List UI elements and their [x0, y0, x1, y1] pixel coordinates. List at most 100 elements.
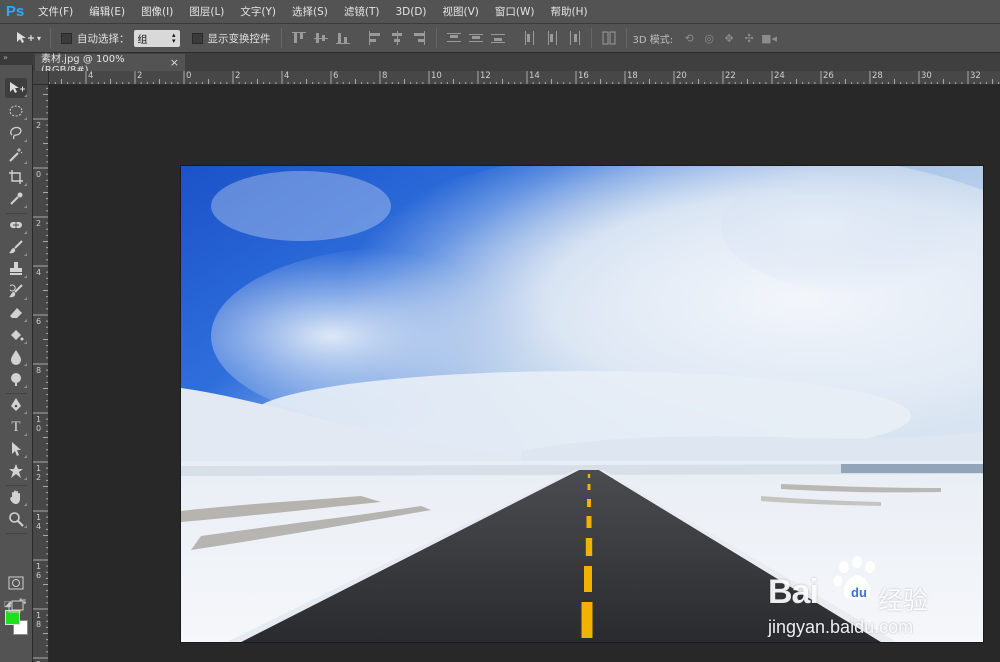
ruler-label: 18 — [36, 611, 42, 629]
ruler-label: 4 — [88, 71, 94, 81]
3d-pan-icon[interactable]: ✥ — [721, 31, 737, 45]
3d-rotate-icon[interactable]: ⟲ — [681, 31, 697, 45]
dodge-tool-icon[interactable] — [5, 369, 27, 389]
menu-edit[interactable]: 编辑(E) — [81, 0, 133, 24]
marquee-tool-icon[interactable] — [5, 101, 27, 121]
auto-select-checkbox[interactable] — [61, 32, 72, 44]
watermark-url: jingyan.baidu.com — [768, 617, 914, 637]
options-separator — [590, 28, 592, 48]
shape-tool-icon[interactable] — [5, 461, 27, 481]
zoom-tool-icon[interactable] — [5, 509, 27, 529]
move-tool-icon[interactable] — [5, 78, 27, 98]
blur-tool-icon[interactable] — [5, 347, 27, 367]
menu-select[interactable]: 选择(S) — [284, 0, 336, 24]
screen-mode-icon[interactable] — [5, 597, 27, 617]
horizontal-ruler[interactable]: 4 2 0 2 4 6 8 10 12 14 16 18 20 22 24 26 28 30 32 — [49, 71, 1000, 85]
crop-tool-icon[interactable] — [5, 167, 27, 187]
ruler-label: 28 — [872, 71, 883, 81]
ruler-label: 30 — [921, 71, 932, 81]
road-dash — [585, 538, 593, 556]
ruler-label: 16 — [36, 562, 42, 580]
options-separator — [280, 28, 282, 48]
eraser-tool-icon[interactable] — [5, 303, 27, 323]
healing-brush-tool-icon[interactable] — [5, 215, 27, 235]
quick-mask-icon[interactable] — [5, 573, 27, 593]
brush-tool-icon[interactable] — [5, 237, 27, 257]
toolbar-collapse-button[interactable]: » — [0, 53, 33, 65]
show-transform-label: 显示变换控件 — [207, 32, 271, 45]
document-tab-bar: 素材.jpg @ 100%(RGB/8#) × — [33, 53, 1000, 76]
distribute-left-icon[interactable] — [523, 31, 537, 45]
menu-view[interactable]: 视图(V) — [435, 0, 487, 24]
align-vcenter-icon[interactable] — [313, 31, 328, 45]
path-selection-tool-icon[interactable] — [5, 439, 27, 459]
distribute-hcenter-icon[interactable] — [545, 31, 559, 45]
vertical-ruler[interactable]: 20246810121416182 — [33, 85, 49, 662]
paint-bucket-tool-icon[interactable] — [5, 325, 27, 345]
ruler-label: 2 — [235, 71, 241, 81]
close-icon[interactable]: × — [170, 56, 179, 69]
tools-separator — [6, 533, 27, 534]
align-top-icon[interactable] — [291, 31, 306, 45]
road-dash — [587, 484, 591, 490]
lasso-tool-icon[interactable] — [5, 123, 27, 143]
menu-image[interactable]: 图像(I) — [133, 0, 181, 24]
ruler-label: 20 — [676, 71, 687, 81]
auto-select-dropdown[interactable]: 组 ▴ ▾ — [133, 29, 180, 47]
photoshop-logo[interactable]: Ps — [0, 0, 30, 24]
ruler-label: 4 — [36, 268, 42, 277]
baidu-jingyan-watermark: du Bai 经验 jingyan.baidu.com — [768, 555, 968, 645]
show-transform-checkbox[interactable] — [191, 32, 203, 44]
hand-tool-icon[interactable] — [5, 487, 27, 507]
ruler-origin[interactable] — [33, 71, 49, 85]
ruler-label: 12 — [480, 71, 491, 81]
dropdown-arrows-icon: ▴ ▾ — [171, 31, 176, 45]
road-dash — [581, 602, 593, 638]
watermark-brand: Bai — [768, 573, 819, 611]
distribute-top-icon[interactable] — [446, 31, 461, 45]
3d-slide-icon[interactable]: ✣ — [741, 31, 757, 45]
tools-separator — [6, 485, 27, 486]
auto-align-layers-icon[interactable] — [602, 31, 616, 45]
menu-type[interactable]: 文字(Y) — [232, 0, 284, 24]
clone-stamp-tool-icon[interactable] — [5, 259, 27, 279]
distribute-right-icon[interactable] — [567, 31, 581, 45]
align-left-icon[interactable] — [368, 31, 382, 45]
distribute-vcenter-icon[interactable] — [468, 31, 483, 45]
watermark-jingyan: 经验 — [878, 586, 929, 615]
type-tool-icon[interactable]: T — [5, 417, 27, 437]
ruler-label: 4 — [284, 71, 290, 81]
document-tab[interactable]: 素材.jpg @ 100%(RGB/8#) × — [35, 54, 185, 76]
options-separator — [50, 28, 51, 48]
move-tool-preset-icon[interactable]: ▾ — [14, 28, 44, 48]
auto-select-label: 自动选择： — [77, 32, 130, 45]
ruler-label: 10 — [36, 415, 42, 433]
3d-scale-icon[interactable]: ■◂ — [761, 31, 777, 45]
ruler-label: 8 — [36, 366, 42, 375]
ruler-label: 0 — [36, 170, 42, 179]
eyedropper-tool-icon[interactable] — [5, 189, 27, 209]
menu-filter[interactable]: 滤镜(T) — [336, 0, 388, 24]
3d-roll-icon[interactable]: ◎ — [701, 31, 717, 45]
options-separator — [625, 28, 627, 48]
history-brush-tool-icon[interactable] — [5, 281, 27, 301]
align-right-icon[interactable] — [412, 31, 426, 45]
menu-layer[interactable]: 图层(L) — [181, 0, 232, 24]
align-bottom-icon[interactable] — [335, 31, 350, 45]
ruler-label: 10 — [431, 71, 442, 81]
menu-file[interactable]: 文件(F) — [30, 0, 81, 24]
magic-wand-tool-icon[interactable] — [5, 145, 27, 165]
ruler-label: 2 — [36, 121, 42, 130]
ruler-label: 12 — [36, 464, 42, 482]
road-dash — [586, 516, 592, 528]
menu-3d[interactable]: 3D(D) — [387, 0, 434, 24]
pen-tool-icon[interactable] — [5, 395, 27, 415]
ruler-label: 26 — [823, 71, 834, 81]
distribute-bottom-icon[interactable] — [490, 31, 505, 45]
ruler-label: 16 — [578, 71, 589, 81]
align-hcenter-icon[interactable] — [390, 31, 404, 45]
ruler-label: 6 — [333, 71, 339, 81]
ruler-label: 2 — [36, 219, 42, 228]
menu-help[interactable]: 帮助(H) — [543, 0, 596, 24]
menu-window[interactable]: 窗口(W) — [487, 0, 543, 24]
